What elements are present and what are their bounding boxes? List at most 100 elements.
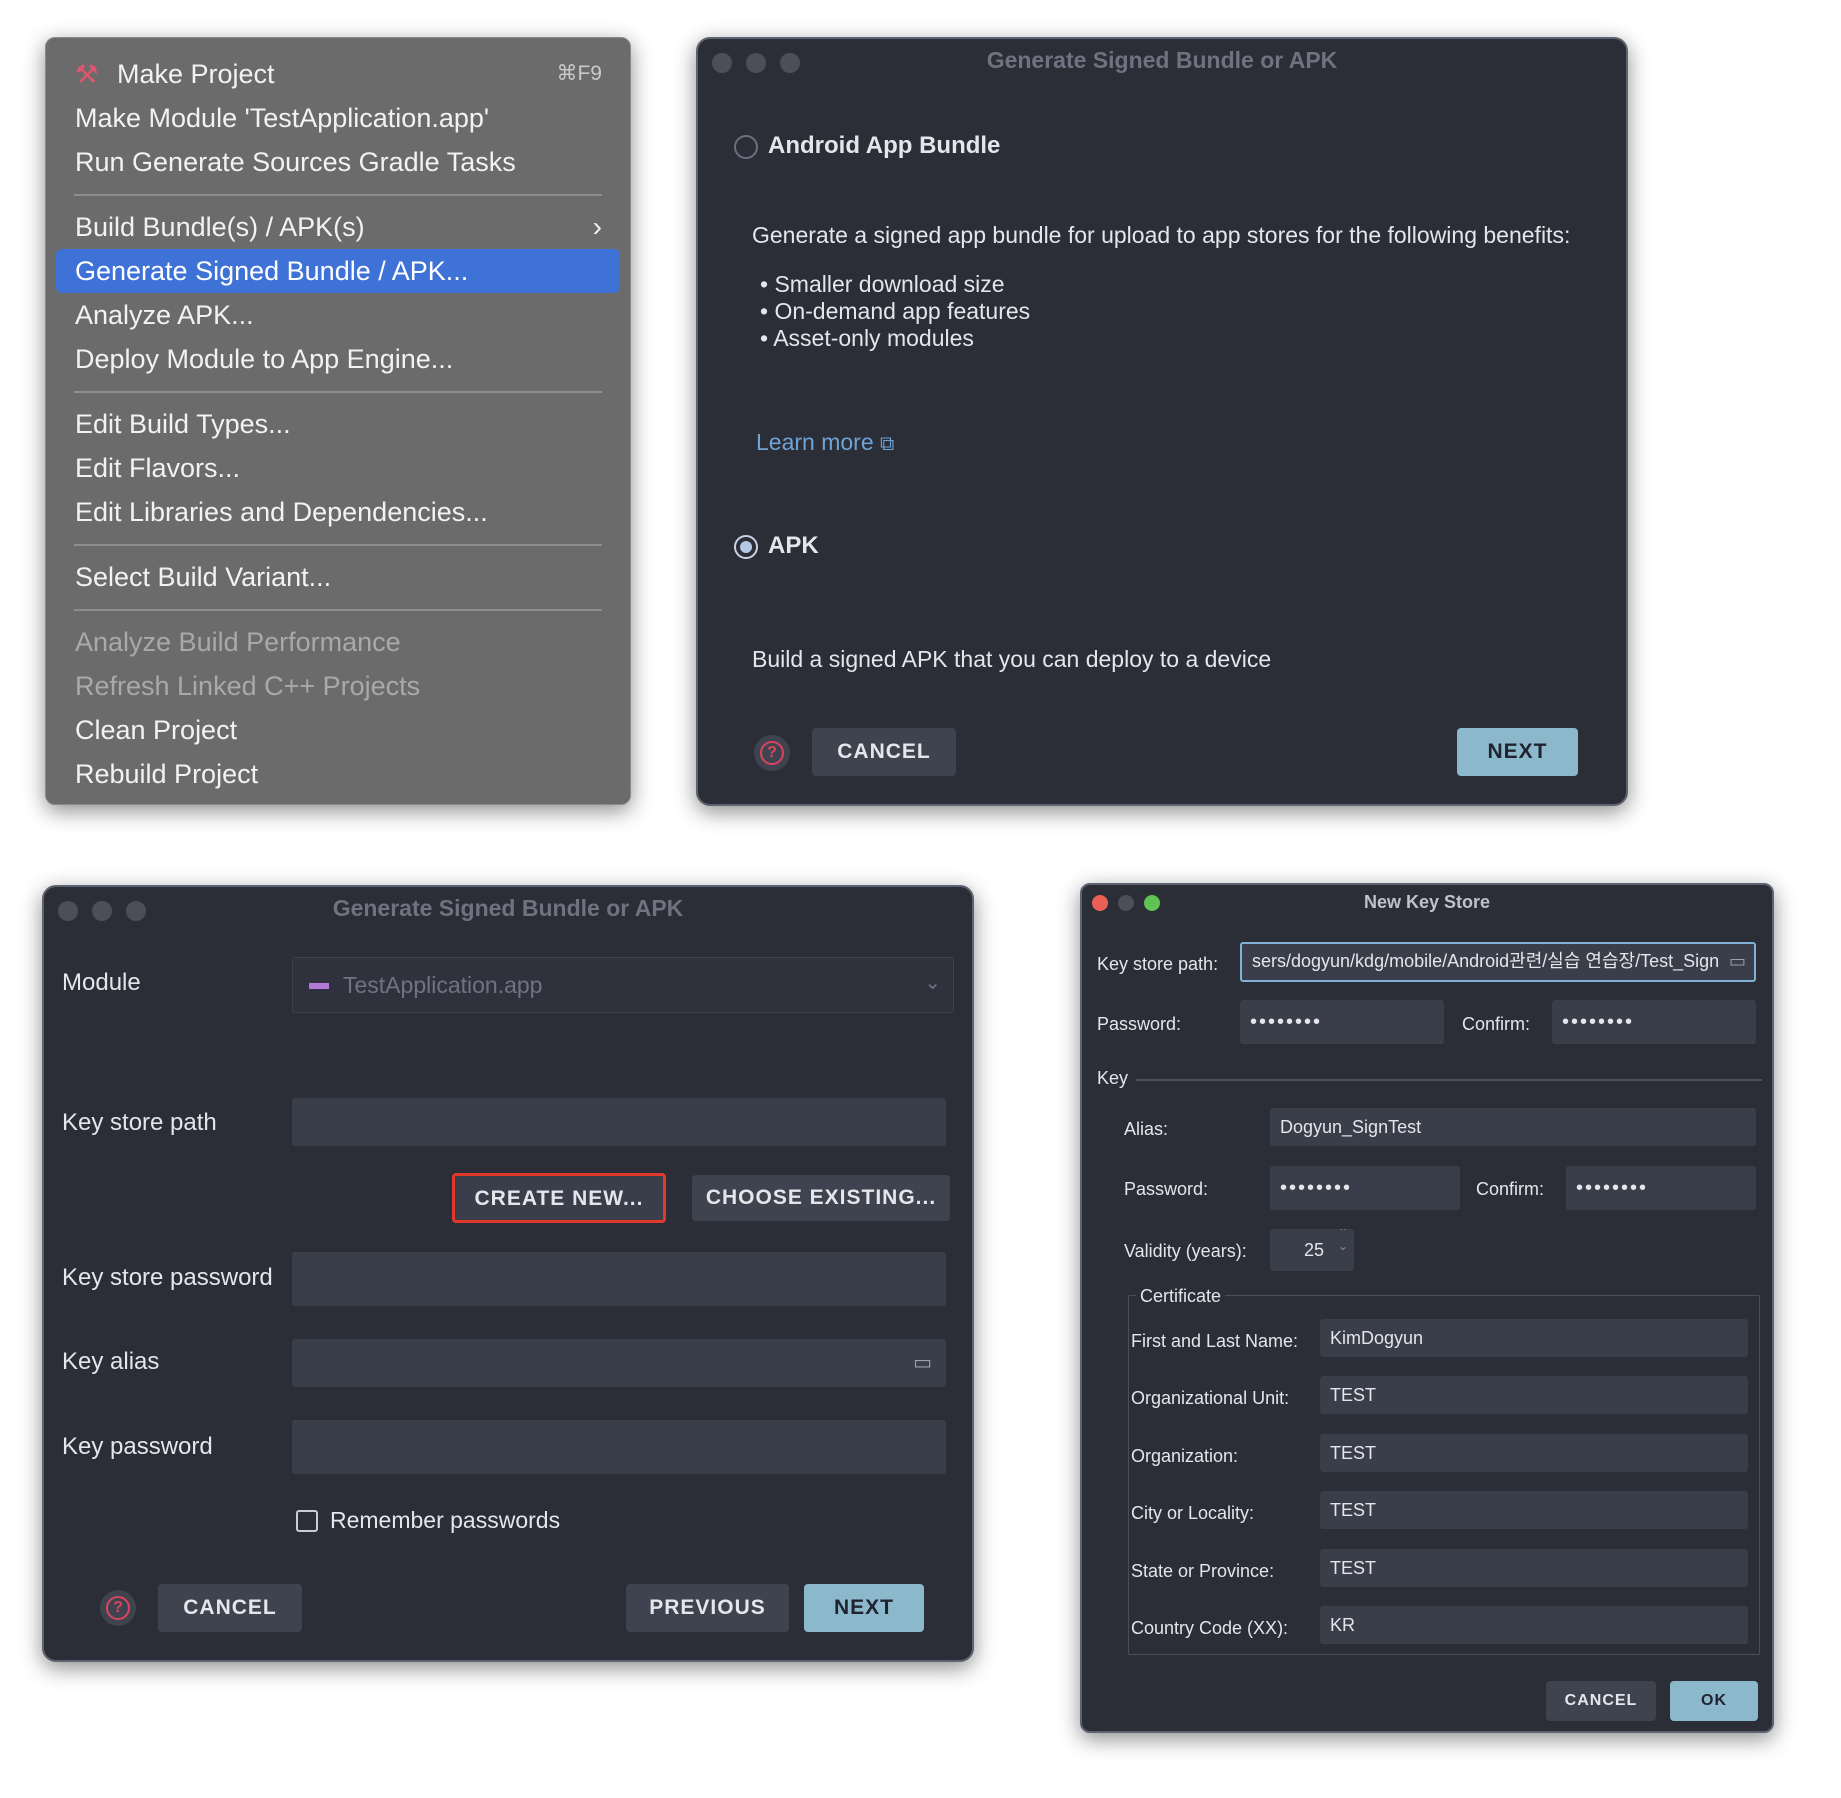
key-section-label: Key xyxy=(1097,1068,1129,1088)
menu-item-label: Build Bundle(s) / APK(s) xyxy=(75,212,365,242)
confirm-label: Confirm: xyxy=(1462,1014,1531,1034)
state-input[interactable]: TEST xyxy=(1320,1549,1748,1587)
menu-divider xyxy=(74,544,602,546)
title-bar: Generate Signed Bundle or APK xyxy=(698,39,1626,83)
key-store-password-label: Key store password xyxy=(62,1264,273,1291)
next-button[interactable]: NEXT xyxy=(804,1584,924,1632)
previous-button[interactable]: PREVIOUS xyxy=(626,1584,789,1632)
dialog-title: Generate Signed Bundle or APK xyxy=(986,47,1338,73)
learn-more-link[interactable]: Learn more ⧉ xyxy=(756,429,894,456)
remember-passwords-label[interactable]: Remember passwords xyxy=(330,1507,560,1534)
build-menu: ⚒ Make Project ⌘F9 Make Module 'TestAppli… xyxy=(45,37,631,805)
android-app-bundle-label[interactable]: Android App Bundle xyxy=(768,132,1000,160)
hammer-icon: ⚒ xyxy=(75,59,99,89)
apk-description: Build a signed APK that you can deploy t… xyxy=(752,646,1272,672)
module-value: TestApplication.app xyxy=(343,972,543,998)
key-password-label: Password: xyxy=(1124,1179,1209,1199)
apk-label[interactable]: APK xyxy=(768,532,819,560)
menu-item-make-module[interactable]: Make Module 'TestApplication.app' xyxy=(46,96,630,140)
menu-item-rebuild-project[interactable]: Rebuild Project xyxy=(46,752,630,796)
module-label: Module xyxy=(62,969,141,996)
benefit-item: • Asset-only modules xyxy=(760,325,974,351)
folder-open-icon[interactable]: ▭ xyxy=(913,1350,932,1375)
certificate-section-label: Certificate xyxy=(1136,1286,1226,1307)
bundle-description: Generate a signed app bundle for upload … xyxy=(752,222,1571,248)
organization-input[interactable]: TEST xyxy=(1320,1434,1748,1472)
menu-item-edit-libraries[interactable]: Edit Libraries and Dependencies... xyxy=(46,490,630,534)
remember-passwords-checkbox[interactable] xyxy=(296,1510,318,1532)
confirm-input[interactable]: •••••••• xyxy=(1552,1000,1756,1044)
shortcut-label: ⌘F9 xyxy=(556,62,602,85)
alias-label: Alias: xyxy=(1124,1119,1169,1139)
organization-label: Organization: xyxy=(1131,1446,1239,1466)
title-bar: New Key Store xyxy=(1082,885,1772,921)
chevron-down-icon: ⌄ xyxy=(924,972,941,994)
key-store-path-label: Key store path: xyxy=(1097,954,1219,974)
new-key-store-dialog: New Key Store Key store path: sers/dogyu… xyxy=(1080,883,1774,1733)
menu-item-edit-flavors[interactable]: Edit Flavors... xyxy=(46,446,630,490)
validity-spinner[interactable]: 25 ⌃ ⌄ xyxy=(1270,1229,1354,1271)
android-app-bundle-radio[interactable] xyxy=(734,135,758,159)
menu-item-select-build-variant[interactable]: Select Build Variant... xyxy=(46,555,630,599)
key-confirm-label: Confirm: xyxy=(1476,1179,1545,1199)
key-alias-input[interactable]: ▭ xyxy=(292,1339,946,1387)
key-password-input[interactable]: •••••••• xyxy=(1270,1166,1460,1210)
city-label: City or Locality: xyxy=(1131,1503,1255,1523)
cancel-button[interactable]: CANCEL xyxy=(812,728,956,776)
menu-item-clean-project[interactable]: Clean Project xyxy=(46,708,630,752)
menu-item-run-generate-sources[interactable]: Run Generate Sources Gradle Tasks xyxy=(46,140,630,184)
spinner-arrows-icon[interactable]: ⌃ ⌄ xyxy=(1338,1229,1348,1253)
org-unit-label: Organizational Unit: xyxy=(1131,1388,1290,1408)
benefit-item: • On-demand app features xyxy=(760,298,1031,324)
key-confirm-input[interactable]: •••••••• xyxy=(1566,1166,1756,1210)
menu-item-analyze-apk[interactable]: Analyze APK... xyxy=(46,293,630,337)
menu-divider xyxy=(74,391,602,393)
first-last-name-input[interactable]: KimDogyun xyxy=(1320,1319,1748,1357)
help-icon: ? xyxy=(106,1596,130,1620)
menu-item-generate-signed[interactable]: Generate Signed Bundle / APK... xyxy=(56,249,620,293)
alias-input[interactable]: Dogyun_SignTest xyxy=(1270,1108,1756,1146)
key-password-label: Key password xyxy=(62,1433,213,1460)
menu-item-refresh-linked-cpp: Refresh Linked C++ Projects xyxy=(75,671,421,701)
country-code-label: Country Code (XX): xyxy=(1131,1618,1289,1638)
key-store-path-input[interactable] xyxy=(292,1098,946,1146)
generate-signed-dialog-choose: Generate Signed Bundle or APK Android Ap… xyxy=(696,37,1628,806)
validity-label: Validity (years): xyxy=(1124,1241,1247,1261)
cancel-button[interactable]: CANCEL xyxy=(158,1584,302,1632)
password-input[interactable]: •••••••• xyxy=(1240,1000,1444,1044)
dialog-title: Generate Signed Bundle or APK xyxy=(332,895,684,921)
generate-signed-dialog-keystore: Generate Signed Bundle or APK Module ▬ T… xyxy=(42,885,974,1662)
chevron-right-icon: › xyxy=(592,211,602,242)
help-button[interactable]: ? xyxy=(754,735,790,771)
module-select[interactable]: ▬ TestApplication.app ⌄ xyxy=(292,957,954,1013)
create-new-button[interactable]: CREATE NEW... xyxy=(452,1173,666,1223)
menu-item-build-bundles[interactable]: Build Bundle(s) / APK(s) › xyxy=(46,205,630,249)
dialog-title: New Key Store xyxy=(1363,892,1491,912)
key-password-input[interactable] xyxy=(292,1420,946,1474)
benefit-item: • Smaller download size xyxy=(760,271,1005,297)
menu-item-deploy-module[interactable]: Deploy Module to App Engine... xyxy=(46,337,630,381)
org-unit-input[interactable]: TEST xyxy=(1320,1376,1748,1414)
city-input[interactable]: TEST xyxy=(1320,1491,1748,1529)
key-store-path-input[interactable]: sers/dogyun/kdg/mobile/Android관련/실습 연습장/… xyxy=(1240,942,1756,982)
folder-icon: ▬ xyxy=(309,972,329,994)
help-button[interactable]: ? xyxy=(100,1590,136,1626)
title-bar: Generate Signed Bundle or APK xyxy=(44,887,972,931)
menu-item-make-project[interactable]: ⚒ Make Project ⌘F9 xyxy=(46,52,630,96)
menu-item-analyze-build-performance: Analyze Build Performance xyxy=(75,627,401,657)
ok-button[interactable]: OK xyxy=(1670,1681,1758,1721)
apk-radio[interactable] xyxy=(734,535,758,559)
menu-item-label: Make Project xyxy=(117,59,275,89)
key-store-password-input[interactable] xyxy=(292,1252,946,1306)
password-label: Password: xyxy=(1097,1014,1182,1034)
external-link-icon: ⧉ xyxy=(880,433,895,455)
next-button[interactable]: NEXT xyxy=(1457,728,1578,776)
menu-item-edit-build-types[interactable]: Edit Build Types... xyxy=(46,402,630,446)
folder-icon[interactable]: ▭ xyxy=(1729,944,1746,978)
country-code-input[interactable]: KR xyxy=(1320,1606,1748,1644)
key-section-divider xyxy=(1136,1079,1762,1081)
state-label: State or Province: xyxy=(1131,1561,1275,1581)
key-store-path-label: Key store path xyxy=(62,1109,217,1136)
cancel-button[interactable]: CANCEL xyxy=(1546,1681,1656,1721)
choose-existing-button[interactable]: CHOOSE EXISTING... xyxy=(692,1175,950,1221)
